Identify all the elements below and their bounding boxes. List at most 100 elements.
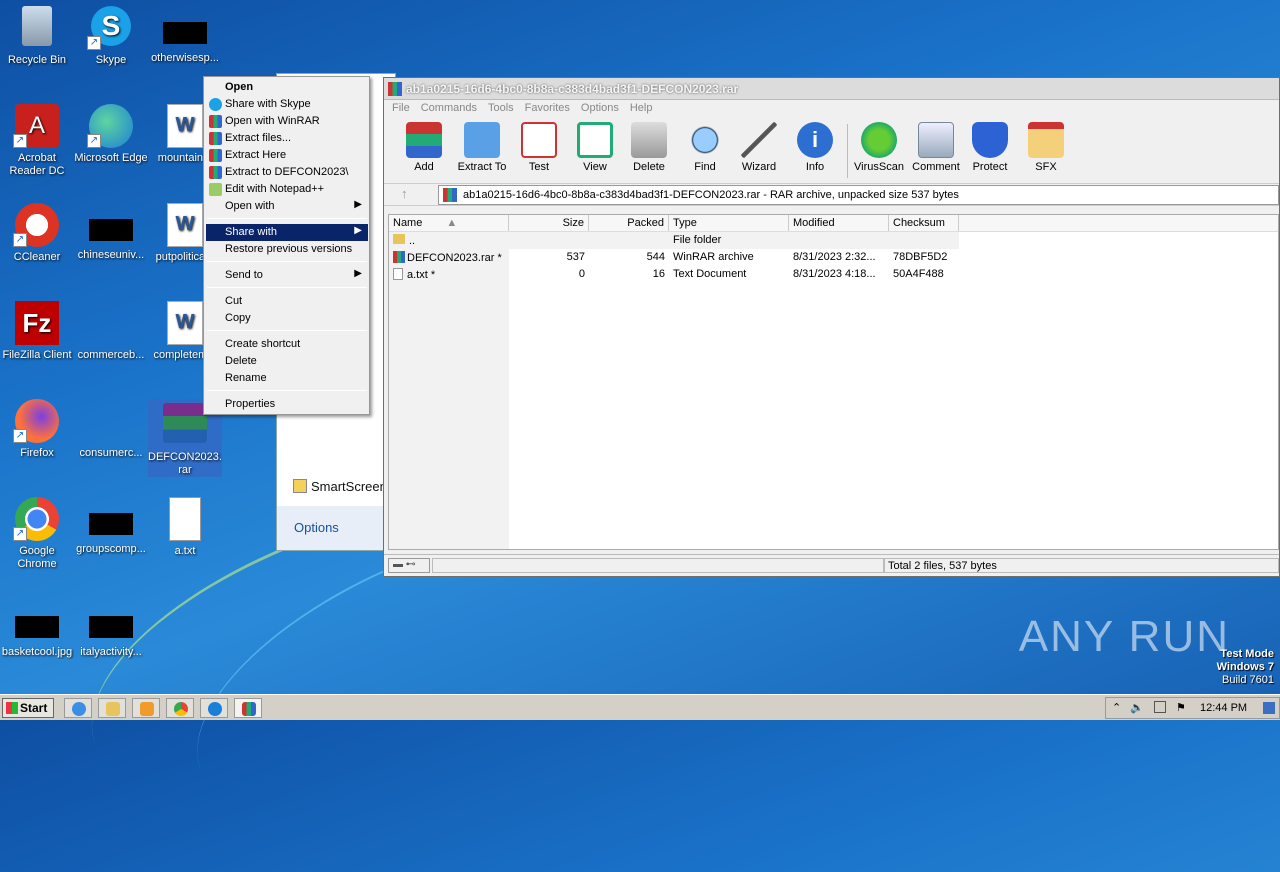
menu-item-share-skype[interactable]: Share with Skype: [206, 96, 368, 113]
test-mode-line: Test Mode: [1220, 648, 1274, 660]
chevron-up-icon[interactable]: ⌃: [1112, 701, 1121, 714]
desktop-icon-recycle-bin[interactable]: Recycle Bin: [0, 6, 74, 67]
menu-item-open[interactable]: Open: [206, 79, 368, 96]
desktop-icon-file[interactable]: chineseuniv...: [74, 203, 148, 262]
desktop-icon-ccleaner[interactable]: ↗ CCleaner: [0, 203, 74, 264]
test-mode-text: Test Mode Windows 7 Build 7601: [1217, 648, 1274, 687]
find-label: Find: [694, 161, 716, 173]
status-text: Total 2 files, 537 bytes: [884, 558, 1279, 573]
taskbar-chrome[interactable]: [166, 698, 194, 718]
taskbar-explorer[interactable]: [98, 698, 126, 718]
menu-tools[interactable]: Tools: [488, 102, 514, 114]
menu-item-cut[interactable]: Cut: [206, 293, 368, 310]
menu-item-copy[interactable]: Copy: [206, 310, 368, 327]
winrar-icon: [443, 188, 457, 202]
col-modified[interactable]: Modified: [789, 215, 889, 231]
col-checksum[interactable]: Checksum: [889, 215, 959, 231]
desktop-icon-edge[interactable]: ↗ Microsoft Edge: [74, 104, 148, 165]
word-doc-icon: W: [161, 104, 209, 148]
extract-to-button[interactable]: Extract To: [454, 122, 510, 173]
up-arrow-icon[interactable]: ↑: [389, 186, 429, 204]
cell-packed: 544: [646, 251, 665, 263]
add-button[interactable]: Add: [396, 122, 452, 173]
table-row[interactable]: .. File folder: [389, 232, 959, 249]
name-text: a.txt *: [407, 269, 436, 281]
col-packed[interactable]: Packed: [589, 215, 669, 231]
menu-commands[interactable]: Commands: [421, 102, 477, 114]
menu-item-properties[interactable]: Properties: [206, 396, 368, 413]
desktop-icon-file[interactable]: groupscomp...: [74, 497, 148, 556]
desktop-icon-filezilla[interactable]: Fz FileZilla Client: [0, 301, 74, 362]
col-size[interactable]: Size: [509, 215, 589, 231]
view-button[interactable]: View: [567, 122, 623, 173]
find-button[interactable]: Find: [677, 122, 733, 173]
sfx-button[interactable]: SFX: [1018, 122, 1074, 173]
title-bar[interactable]: ab1a0215-16d6-4bc0-8b8a-c383d4bad3f1-DEF…: [384, 78, 1279, 100]
desktop-icon-acrobat[interactable]: A ↗ Acrobat Reader DC: [0, 104, 74, 178]
menu-item-extract-files[interactable]: Extract files...: [206, 130, 368, 147]
icon-label: otherwisesp...: [151, 52, 219, 64]
menu-item-label: Extract Here: [225, 149, 287, 161]
menu-item-extract-to[interactable]: Extract to DEFCON2023\: [206, 164, 368, 181]
desktop-icon-file[interactable]: consumerc...: [74, 399, 148, 460]
start-button[interactable]: Start: [2, 698, 54, 718]
icon-label: consumerc...: [79, 447, 143, 459]
drive-key-icon[interactable]: ▬ ⊷: [388, 558, 430, 573]
address-bar: ↑ ab1a0215-16d6-4bc0-8b8a-c383d4bad3f1-D…: [384, 184, 1279, 206]
menu-item-extract-here[interactable]: Extract Here: [206, 147, 368, 164]
menu-separator: [207, 330, 367, 331]
volume-icon[interactable]: 🔈: [1130, 701, 1144, 714]
desktop-icon-firefox[interactable]: ↗ Firefox: [0, 399, 74, 460]
firefox-icon: ↗: [13, 399, 61, 443]
menu-item-label: Open with: [225, 200, 275, 212]
taskbar-winrar[interactable]: [234, 698, 262, 718]
table-row[interactable]: DEFCON2023.rar * 537 544 WinRAR archive …: [389, 249, 1278, 266]
delete-button[interactable]: Delete: [621, 122, 677, 173]
taskbar-edge[interactable]: [200, 698, 228, 718]
menu-item-open-winrar[interactable]: Open with WinRAR: [206, 113, 368, 130]
menu-item-open-with[interactable]: Open with ▶: [206, 198, 368, 215]
smartscreen-label: SmartScreen: [293, 479, 387, 494]
menu-item-edit-notepadpp[interactable]: Edit with Notepad++: [206, 181, 368, 198]
virusscan-button[interactable]: VirusScan: [851, 122, 907, 173]
redacted-thumbnail: [89, 219, 133, 241]
protect-button[interactable]: Protect: [962, 122, 1018, 173]
show-desktop-icon[interactable]: [1263, 702, 1275, 714]
menu-item-share-with[interactable]: Share with ▶: [206, 224, 368, 241]
path-field[interactable]: ab1a0215-16d6-4bc0-8b8a-c383d4bad3f1-DEF…: [438, 185, 1279, 205]
flag-icon[interactable]: ⚑: [1176, 701, 1186, 714]
menu-item-send-to[interactable]: Send to ▶: [206, 267, 368, 284]
info-button[interactable]: i Info: [787, 122, 843, 173]
desktop-icon-file[interactable]: commerceb...: [74, 301, 148, 362]
desktop-icon-chrome[interactable]: ↗ Google Chrome: [0, 497, 74, 571]
menu-favorites[interactable]: Favorites: [525, 102, 570, 114]
col-type[interactable]: Type: [669, 215, 789, 231]
menu-file[interactable]: File: [392, 102, 410, 114]
menu-options[interactable]: Options: [581, 102, 619, 114]
menu-item-label: Open with WinRAR: [225, 115, 320, 127]
clock[interactable]: 12:44 PM: [1200, 702, 1247, 714]
col-name[interactable]: Name ▲: [389, 215, 509, 231]
options-link[interactable]: Options: [277, 506, 395, 550]
wizard-button[interactable]: Wizard: [731, 122, 787, 173]
desktop-icon-file[interactable]: italyactivity...: [74, 600, 148, 659]
network-icon[interactable]: [1154, 701, 1166, 713]
taskbar-media[interactable]: [132, 698, 160, 718]
comment-button[interactable]: Comment: [908, 122, 964, 173]
table-row[interactable]: a.txt * 0 16 Text Document 8/31/2023 4:1…: [389, 266, 1278, 283]
menu-item-create-shortcut[interactable]: Create shortcut: [206, 336, 368, 353]
desktop-icon-txt[interactable]: a.txt: [148, 497, 222, 558]
menu-help[interactable]: Help: [630, 102, 653, 114]
menu-item-delete[interactable]: Delete: [206, 353, 368, 370]
icon-label: Acrobat Reader DC: [9, 152, 65, 177]
test-button[interactable]: Test: [511, 122, 567, 173]
desktop-icon-file[interactable]: basketcool.jpg: [0, 600, 74, 659]
menu-item-restore-versions[interactable]: Restore previous versions: [206, 241, 368, 258]
taskbar-ie[interactable]: [64, 698, 92, 718]
bug-icon: [861, 122, 897, 158]
status-selection: [432, 558, 884, 573]
cell-name: DEFCON2023.rar *: [389, 249, 509, 266]
desktop-icon-skype[interactable]: S ↗ Skype: [74, 6, 148, 67]
desktop-icon-file[interactable]: otherwisesp...: [148, 6, 222, 65]
menu-item-rename[interactable]: Rename: [206, 370, 368, 387]
